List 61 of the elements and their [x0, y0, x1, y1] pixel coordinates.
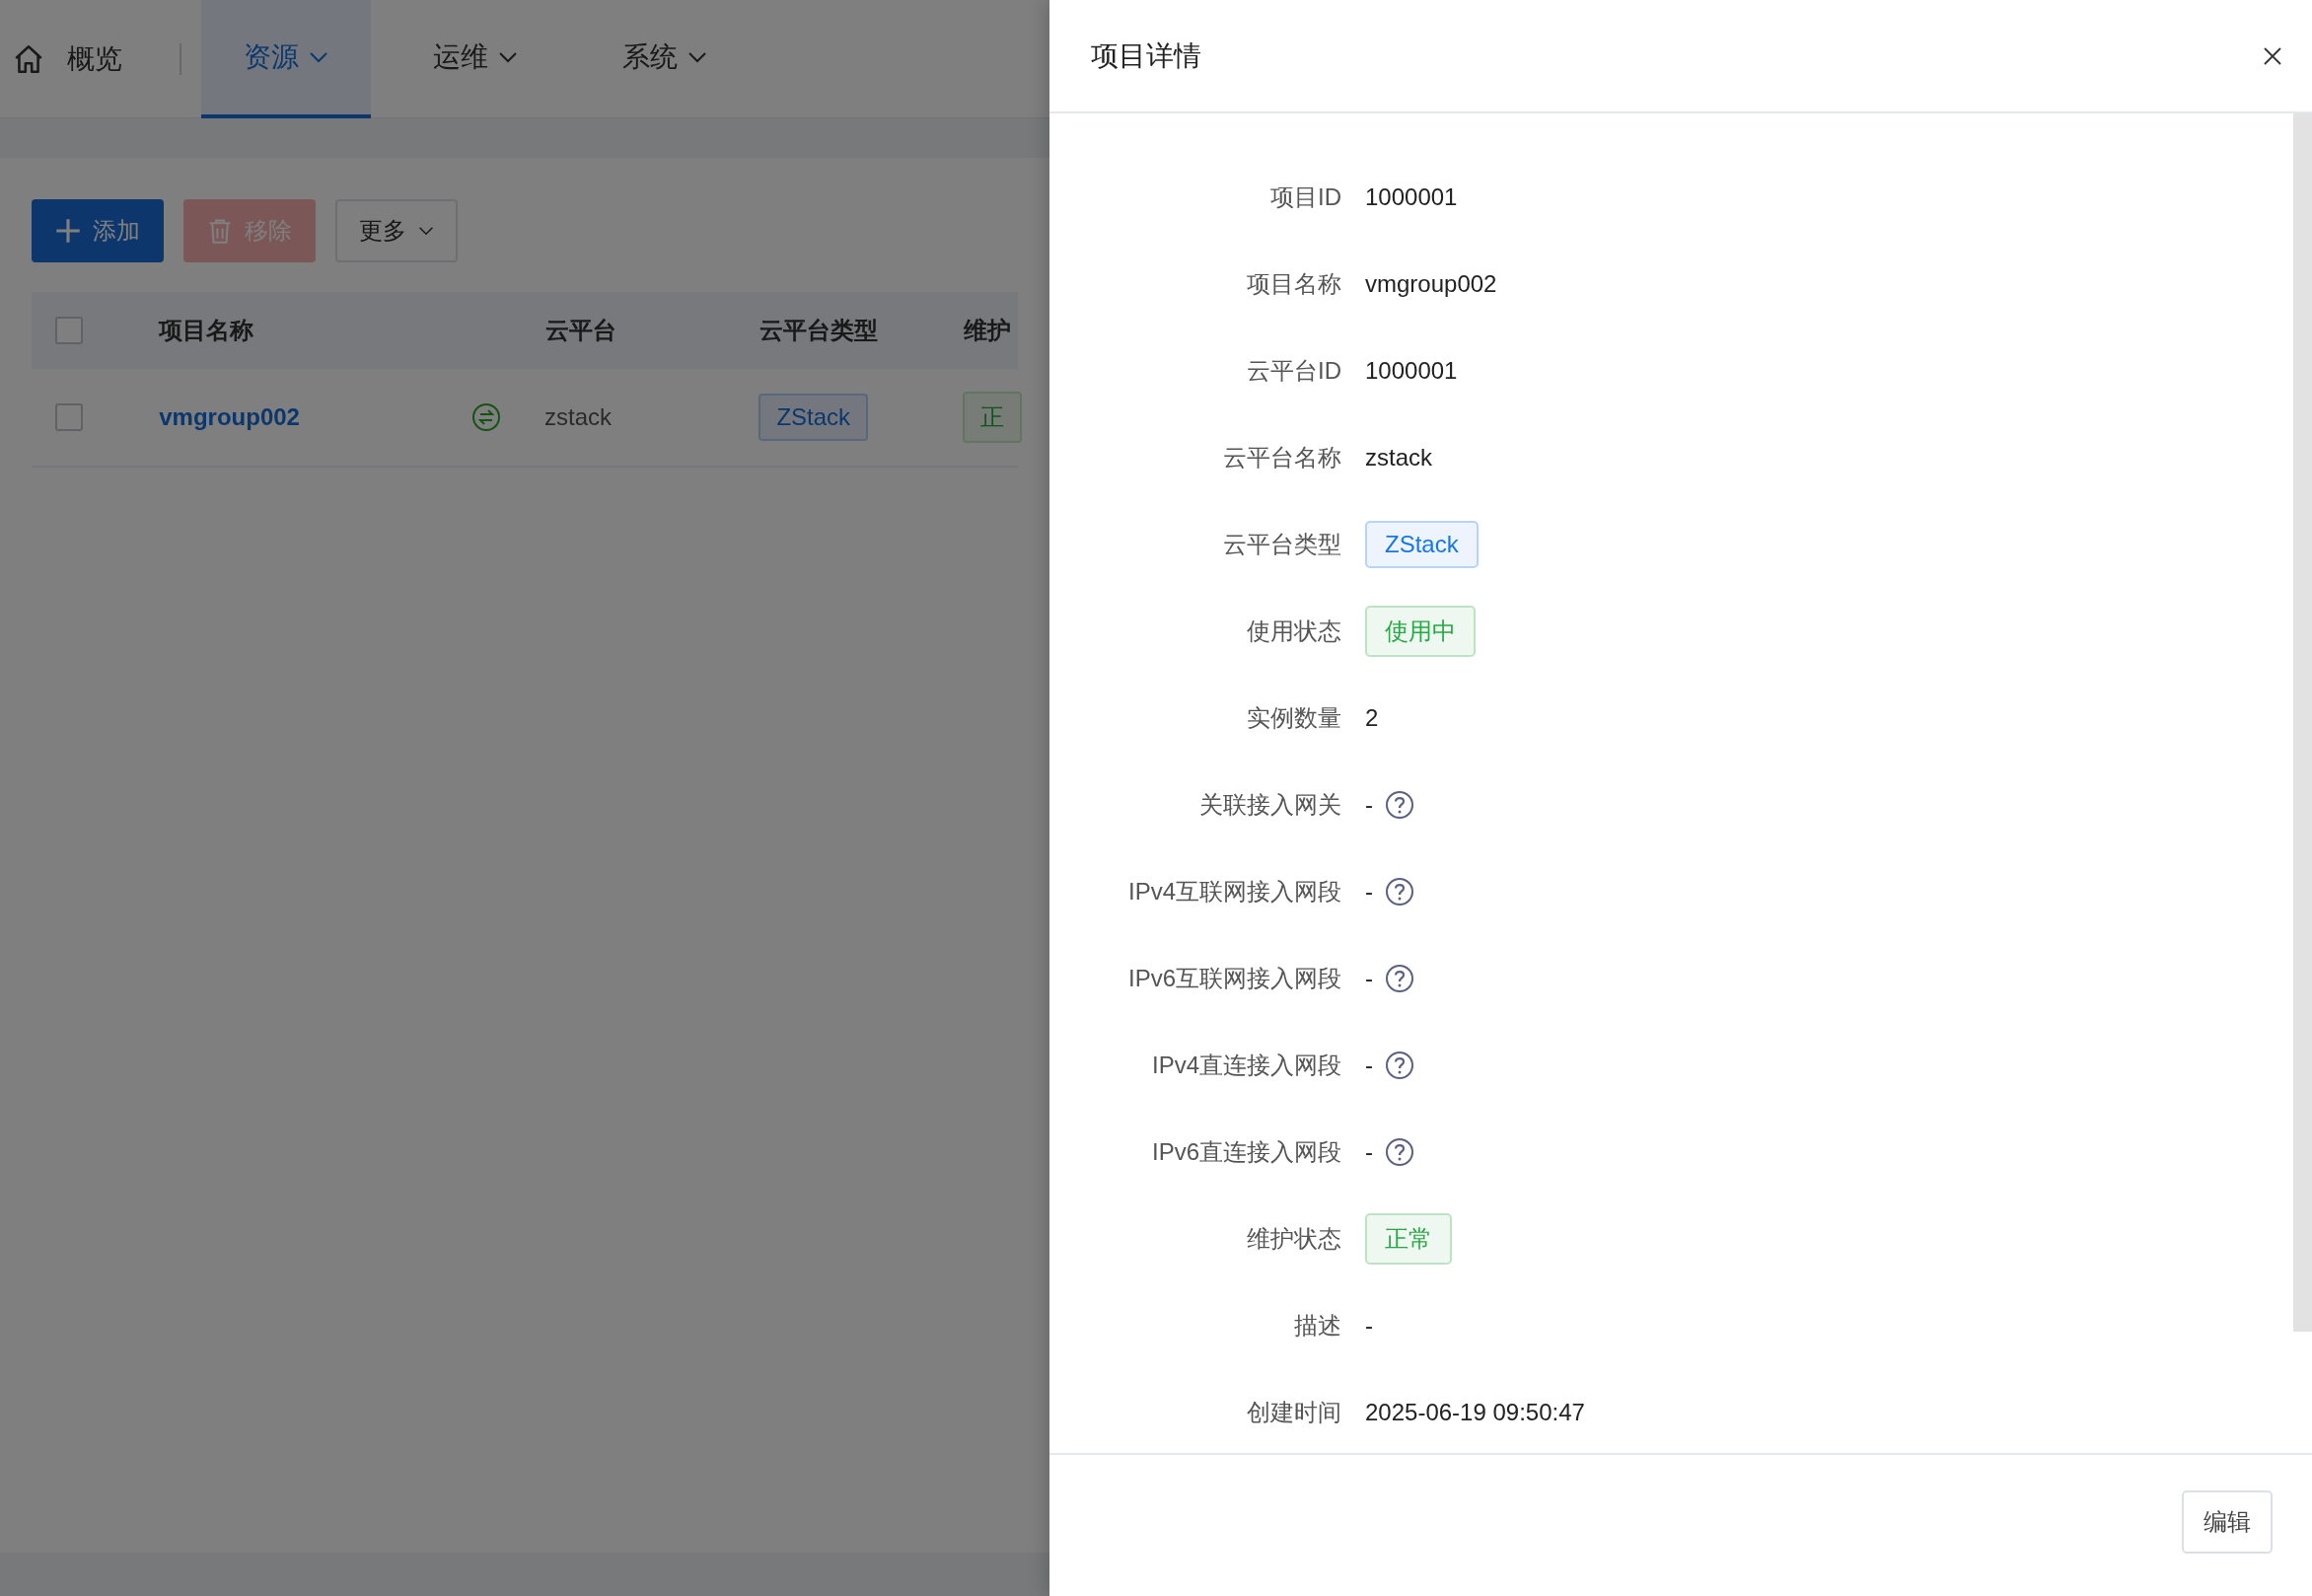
column-header: 云平台 — [544, 317, 616, 343]
field-value: 2025-06-19 09:50:47 — [1365, 1399, 1585, 1426]
row-checkbox[interactable] — [55, 403, 83, 431]
platform-type-tag: ZStack — [759, 394, 869, 441]
field-value: vmgroup002 — [1365, 270, 1497, 298]
table-cell: zstack — [544, 403, 613, 430]
field-label: IPv6互联网接入网段 — [1127, 965, 1341, 991]
chevron-down-icon — [309, 50, 328, 63]
field-value: - — [1365, 965, 1373, 992]
field-label: IPv4互联网接入网段 — [1127, 878, 1341, 905]
select-all-checkbox[interactable] — [55, 317, 83, 344]
field-label: 云平台类型 — [1223, 531, 1341, 557]
edit-button[interactable]: 编辑 — [2182, 1490, 2273, 1554]
column-header: 项目名称 — [159, 317, 254, 343]
help-icon[interactable] — [1385, 964, 1414, 993]
field-value: - — [1365, 791, 1373, 819]
chevron-down-icon — [418, 226, 434, 236]
field-value: - — [1365, 1312, 1373, 1340]
field-value: - — [1365, 1138, 1373, 1166]
column-header: 云平台类型 — [759, 317, 879, 343]
field-label: 创建时间 — [1247, 1399, 1341, 1425]
field-label: 项目名称 — [1247, 270, 1341, 297]
field-label: 云平台名称 — [1223, 444, 1341, 471]
field-label: IPv4直连接入网段 — [1151, 1052, 1341, 1078]
chevron-down-icon — [498, 50, 518, 63]
status-tag: 正 — [963, 392, 1022, 443]
field-label: 维护状态 — [1247, 1225, 1341, 1252]
help-icon[interactable] — [1385, 1051, 1414, 1080]
field-label: 实例数量 — [1247, 704, 1341, 731]
sync-icon — [471, 402, 501, 432]
field-label: 项目ID — [1270, 183, 1341, 210]
drawer-title: 项目详情 — [1091, 38, 1201, 73]
field-value: 1000001 — [1365, 357, 1458, 385]
field-label: IPv6直连接入网段 — [1151, 1138, 1341, 1165]
column-header: 维护 — [964, 317, 1012, 343]
help-icon[interactable] — [1385, 1137, 1414, 1167]
field-value: - — [1365, 878, 1373, 906]
toolbar-button[interactable]: 添加 — [32, 199, 164, 262]
field-label: 关联接入网关 — [1199, 791, 1341, 818]
nav-tab[interactable]: 资源 — [201, 0, 371, 118]
field-label: 云平台ID — [1247, 357, 1341, 384]
field-label: 使用状态 — [1247, 617, 1341, 644]
field-value: - — [1365, 1052, 1373, 1079]
chevron-down-icon — [687, 50, 707, 63]
status-tag: 正常 — [1365, 1213, 1452, 1265]
field-value: 2 — [1365, 704, 1379, 732]
status-tag: 使用中 — [1365, 606, 1476, 657]
close-icon[interactable] — [2263, 45, 2282, 66]
field-value: 1000001 — [1365, 183, 1458, 211]
toolbar-button[interactable]: 更多 — [335, 199, 458, 262]
field-label: 描述 — [1294, 1312, 1341, 1339]
nav-tab[interactable]: 系统 — [580, 0, 750, 118]
field-value: zstack — [1365, 444, 1432, 472]
help-icon[interactable] — [1385, 790, 1414, 820]
status-tag: ZStack — [1365, 521, 1479, 568]
plus-icon — [55, 218, 81, 244]
home-link[interactable]: 概览 — [67, 39, 122, 78]
project-link[interactable]: vmgroup002 — [159, 403, 300, 430]
help-icon[interactable] — [1385, 877, 1414, 907]
nav-tab[interactable]: 运维 — [391, 0, 560, 118]
scrollbar[interactable] — [2293, 113, 2312, 1332]
